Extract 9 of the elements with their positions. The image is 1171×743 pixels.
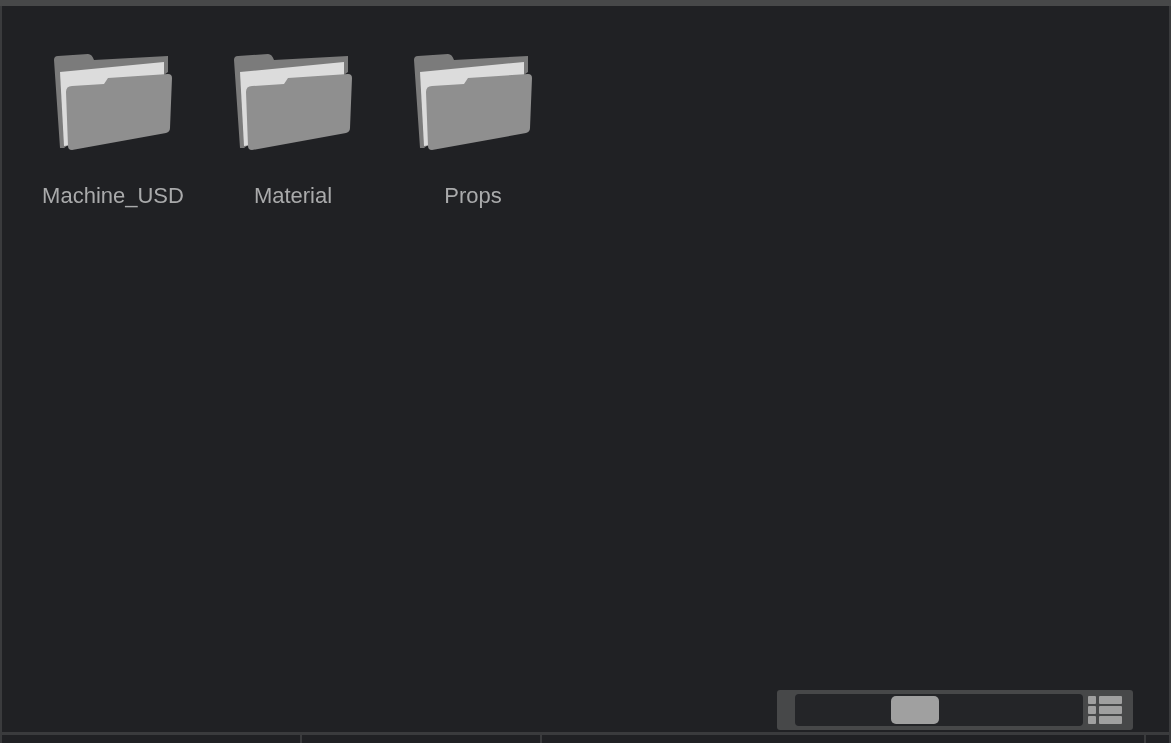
zoom-slider[interactable] [795,694,1083,726]
folder-name: Props [443,182,503,210]
folder-icon [232,52,354,150]
list-view-icon[interactable] [1088,696,1122,724]
slider-thumb[interactable] [891,696,939,724]
folder-icon [412,52,534,150]
folder-icon [52,52,174,150]
folder-name: Material [252,182,334,210]
folder-name: Machine_USD [41,182,185,210]
